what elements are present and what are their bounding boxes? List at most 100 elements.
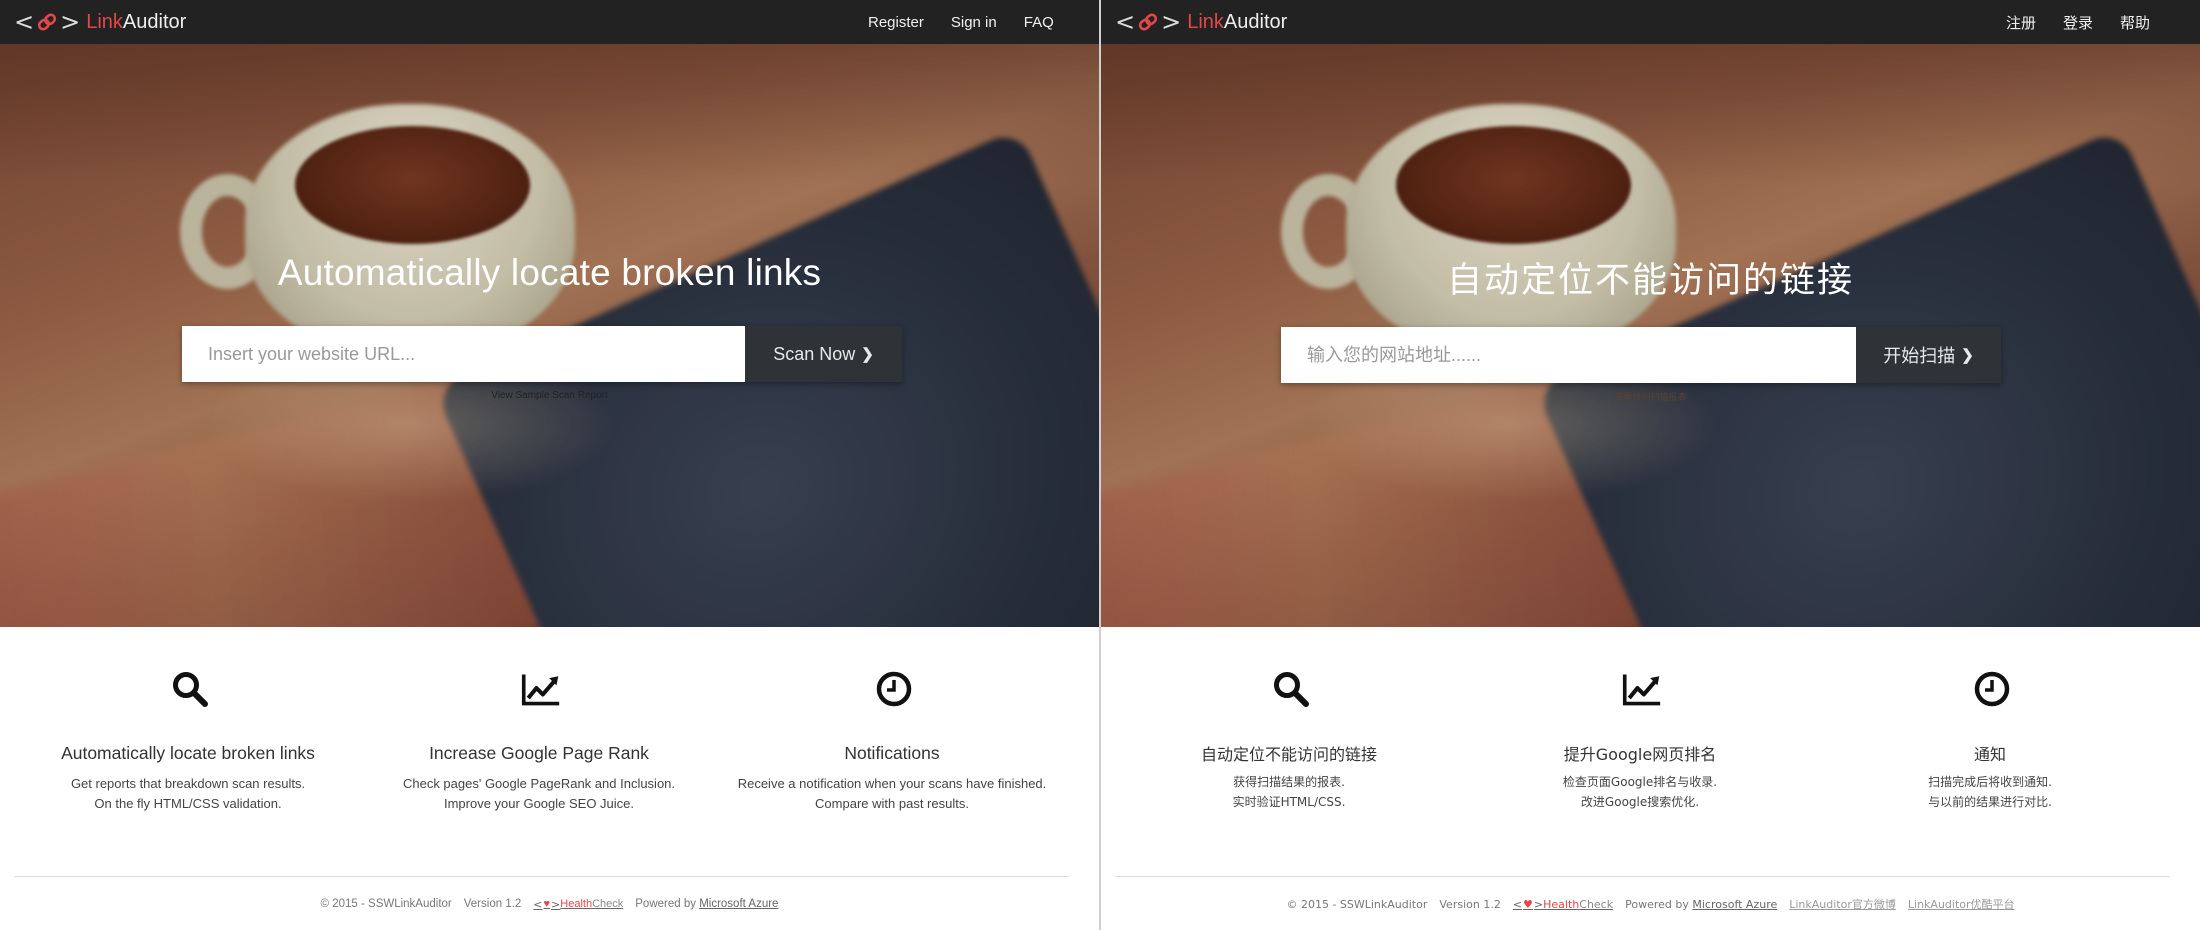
healthcheck-bracket-right: > [1533,897,1544,911]
url-input[interactable] [1281,327,1856,383]
healthcheck-health: Health [1543,897,1580,911]
bracket-left: < [14,8,35,36]
version: Version 1.2 [1439,897,1501,911]
feature-desc-line: 改进Google搜索优化. [1580,795,1700,809]
url-input[interactable] [182,326,745,382]
feature-title: 通知 [1973,745,2006,764]
features: Automatically locate broken links Get re… [0,627,1099,857]
healthcheck-bracket-left: < [533,897,543,911]
clock-icon [876,671,912,707]
feature-description: Get reports that breakdown scan results.… [18,774,358,814]
clock-icon [1974,671,2010,707]
weibo-link[interactable]: LinkAuditor官方微博 [1789,898,1896,911]
chevron-right-icon: ❯ [1961,347,1974,364]
footer-divider [1115,876,2170,877]
line-chart-icon [1622,674,1661,706]
english-page: < > Link Auditor Register Sign in FAQ Au… [0,0,1099,930]
navbar: < > Link Auditor Register Sign in FAQ [0,0,1099,44]
scan-form: Scan Now ❯ [182,326,902,382]
footer: © 2015 - SSWLinkAuditor Version 1.2 < ♥ > H… [1101,893,2200,915]
feature-title: Increase Google Page Rank [429,743,649,763]
scan-now-button[interactable]: Scan Now ❯ [745,326,902,382]
healthcheck-check: Check [1579,897,1614,911]
line-chart-icon [521,674,560,706]
feature-desc-line: Improve your Google SEO Juice. [443,796,635,811]
brand-auditor-text: Auditor [1223,10,1288,33]
healthcheck-logo[interactable]: < ♥ > Health Check [533,898,623,911]
weibo-item: LinkAuditor官方微博 [1789,896,1896,912]
nav-links: 注册 登录 帮助 [2006,0,2150,44]
feature-description: 获得扫描结果的报表. 实时验证HTML/CSS. [1119,772,1459,812]
healthcheck-logo[interactable]: < ♥ > Health Check [1513,898,1613,911]
scan-now-label: Scan Now [773,343,856,364]
azure-link[interactable]: Microsoft Azure [1692,898,1777,911]
feature-desc-line: Compare with past results. [815,796,969,811]
feature-title: 自动定位不能访问的链接 [1200,745,1377,764]
feature-desc-line: Receive a notification when your scans h… [737,776,1047,791]
feature-desc-line: 检查页面Google排名与收录. [1562,775,1718,789]
feature-description: 扫描完成后将收到通知. 与以前的结果进行对比. [1820,772,2160,812]
scan-form: 开始扫描 ❯ [1281,327,2001,383]
healthcheck-health: Health [560,898,593,910]
feature-title: 提升Google网页排名 [1563,745,1717,764]
healthcheck-bracket-left: < [1512,897,1523,911]
bracket-right: > [60,8,81,36]
feature-title: Automatically locate broken links [61,743,315,763]
hero-section: 自动定位不能访问的链接 开始扫描 ❯ 查看样例扫描报表 [1101,44,2200,627]
chain-link-icon [37,13,57,31]
sample-report-link[interactable]: 查看样例扫描报表 [1614,392,1686,402]
nav-links: Register Sign in FAQ [868,0,1054,44]
search-icon [173,672,208,707]
navbar: < > Link Auditor 注册 登录 帮助 [1101,0,2200,44]
brand-logo[interactable]: < > Link Auditor [14,7,186,37]
bracket-right: > [1161,8,1182,36]
hero-headline: Automatically locate broken links [277,252,822,293]
feature-desc-line: 扫描完成后将收到通知. [1928,775,2052,789]
powered-by: Powered by Microsoft Azure [635,898,778,910]
nav-signin[interactable]: Sign in [951,14,997,31]
azure-link[interactable]: Microsoft Azure [699,898,778,910]
brand-link-text: Link [1187,10,1224,33]
scan-now-button[interactable]: 开始扫描 ❯ [1856,327,2001,383]
brand-link-text: Link [86,10,123,33]
features: 自动定位不能访问的链接 获得扫描结果的报表. 实时验证HTML/CSS. 提升G… [1101,627,2200,857]
hero-section: Automatically locate broken links Scan N… [0,44,1099,627]
feature-description: Check pages' Google PageRank and Inclusi… [369,774,709,814]
feature-description: 检查页面Google排名与收录. 改进Google搜索优化. [1470,772,1810,812]
powered-by-label: Powered by [1625,897,1689,911]
powered-by: Powered by Microsoft Azure [1625,898,1777,911]
feature-desc-line: On the fly HTML/CSS validation. [94,796,282,811]
heart-icon: ♥ [1523,897,1533,911]
heart-icon: ♥ [543,898,551,910]
copyright: © 2015 - SSWLinkAuditor [1286,897,1428,911]
feature-desc-line: Check pages' Google PageRank and Inclusi… [402,776,676,791]
split-screenshot: < > Link Auditor Register Sign in FAQ Au… [0,0,2200,930]
nav-faq[interactable]: FAQ [1024,14,1054,31]
brand-auditor-text: Auditor [122,10,187,33]
bracket-left: < [1115,8,1136,36]
search-icon [1274,672,1309,707]
youku-item: LinkAuditor优酷平台 [1908,896,2015,912]
healthcheck-bracket-right: > [551,897,561,911]
sample-report-link[interactable]: View Sample Scan Report [491,390,608,401]
copyright: © 2015 - SSWLinkAuditor [320,898,452,910]
nav-register[interactable]: Register [868,14,924,31]
version: Version 1.2 [463,898,522,910]
scan-now-label: 开始扫描 [1883,346,1956,366]
feature-desc-line: 实时验证HTML/CSS. [1232,795,1346,809]
feature-desc-line: 获得扫描结果的报表. [1233,775,1345,789]
youku-link[interactable]: LinkAuditor优酷平台 [1908,898,2015,911]
feature-title: Notifications [844,743,940,763]
feature-desc-line: 与以前的结果进行对比. [1928,795,2052,809]
feature-description: Receive a notification when your scans h… [722,774,1062,814]
nav-signin[interactable]: 登录 [2063,12,2093,33]
sample-report: 查看样例扫描报表 [1101,390,2200,403]
nav-faq[interactable]: 帮助 [2120,12,2150,33]
healthcheck-check: Check [592,898,624,910]
nav-register[interactable]: 注册 [2006,12,2036,33]
chinese-page: < > Link Auditor 注册 登录 帮助 自动定位不能访问的链接 输入… [1101,0,2200,930]
chain-link-icon [1138,13,1158,31]
brand-logo[interactable]: < > Link Auditor [1115,7,1287,37]
sample-report: View Sample Scan Report [0,390,1099,401]
feature-desc-line: Get reports that breakdown scan results. [70,776,306,791]
